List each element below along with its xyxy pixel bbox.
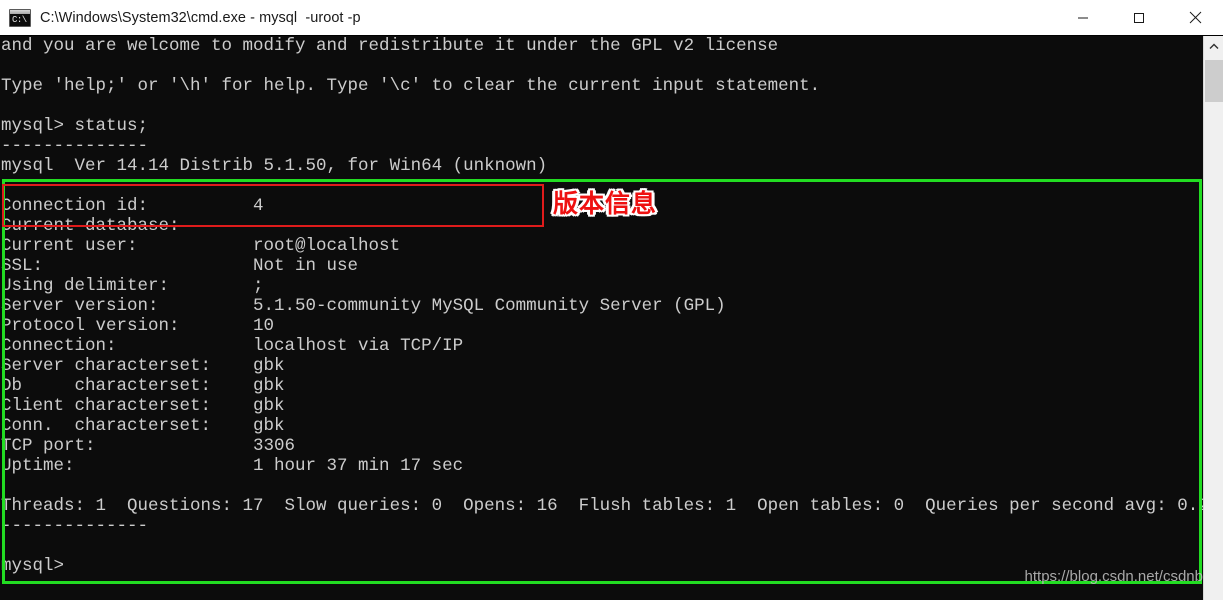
cmd-window: C:\ C:\Windows\System32\cmd.exe - mysql …: [0, 0, 1223, 600]
watermark: https://blog.csdn.net/csdnbian: [1024, 568, 1223, 585]
window-controls: [1055, 0, 1223, 35]
vertical-scrollbar[interactable]: [1203, 36, 1223, 600]
scrollbar-thumb[interactable]: [1205, 60, 1223, 102]
version-info-annotation: 版本信息: [553, 189, 658, 218]
close-button[interactable]: [1167, 0, 1223, 35]
window-title: C:\Windows\System32\cmd.exe - mysql -uro…: [40, 9, 361, 26]
cmd-icon-prompt-glyph: C:\: [12, 14, 27, 25]
close-icon: [1189, 11, 1201, 24]
minimize-icon: [1078, 17, 1088, 18]
title-bar[interactable]: C:\ C:\Windows\System32\cmd.exe - mysql …: [0, 0, 1223, 36]
console-text: and you are welcome to modify and redist…: [1, 36, 1209, 576]
maximize-button[interactable]: [1111, 0, 1167, 35]
cmd-icon-titlestrip: [10, 9, 30, 14]
maximize-icon: [1134, 12, 1144, 23]
terminal-output-area[interactable]: and you are welcome to modify and redist…: [0, 36, 1223, 600]
cmd-exe-icon: C:\: [9, 8, 31, 27]
minimize-button[interactable]: [1055, 0, 1111, 35]
scroll-up-button[interactable]: [1204, 36, 1223, 56]
chevron-up-icon: [1209, 43, 1218, 49]
